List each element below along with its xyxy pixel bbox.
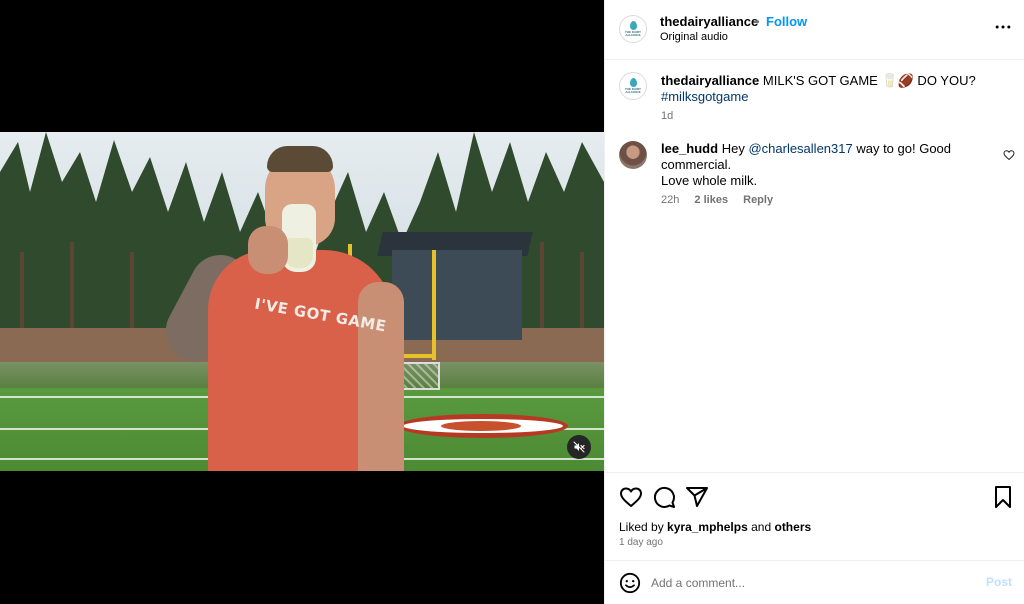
add-comment-input[interactable] bbox=[651, 571, 971, 595]
reply-button[interactable]: Reply bbox=[743, 194, 773, 206]
milk-drop-icon bbox=[629, 21, 637, 30]
caption-text-block: thedairyalliance MILK'S GOT GAME 🥛🏈 DO Y… bbox=[661, 73, 1001, 105]
caption-age: 1d bbox=[661, 110, 674, 122]
comment-likes[interactable]: 2 likes bbox=[694, 194, 728, 206]
hand bbox=[248, 226, 288, 274]
comment-text: Hey bbox=[721, 141, 745, 156]
post-actions: Liked by kyra_mphelps and others 1 day a… bbox=[605, 472, 1024, 560]
bookmark-icon[interactable] bbox=[991, 485, 1015, 509]
account-username[interactable]: thedairyalliance bbox=[660, 14, 758, 29]
post-side-panel: THE DAIRY ALLIANCE thedairyalliance • Fo… bbox=[604, 0, 1024, 604]
post-time[interactable]: 1 day ago bbox=[619, 537, 663, 548]
emoji-icon[interactable] bbox=[619, 572, 641, 594]
liked-by-others[interactable]: others bbox=[774, 520, 811, 534]
liked-by-user[interactable]: kyra_mphelps bbox=[667, 520, 748, 534]
avatar-logo-text: THE DAIRY ALLIANCE bbox=[624, 30, 642, 37]
follow-button[interactable]: Follow bbox=[766, 14, 807, 29]
muted-speaker-icon bbox=[573, 441, 585, 453]
liked-by-and: and bbox=[751, 520, 772, 534]
more-icon[interactable] bbox=[993, 17, 1013, 37]
video-player[interactable]: I'VE GOT GAME bbox=[0, 132, 604, 471]
audio-label[interactable]: Original audio bbox=[660, 31, 728, 43]
caption-text: MILK'S GOT GAME 🥛🏈 DO YOU? bbox=[762, 73, 976, 88]
arm bbox=[358, 282, 404, 471]
caption-username[interactable]: thedairyalliance bbox=[661, 73, 759, 88]
add-comment-bar: Post bbox=[605, 560, 1024, 604]
caption-avatar[interactable]: THE DAIRY ALLIANCE bbox=[619, 72, 647, 100]
share-icon[interactable] bbox=[685, 485, 709, 509]
account-avatar[interactable]: THE DAIRY ALLIANCE bbox=[619, 15, 647, 43]
post-button[interactable]: Post bbox=[986, 575, 1012, 589]
mention-link[interactable]: @charlesallen317 bbox=[748, 141, 852, 156]
media-area: I'VE GOT GAME bbox=[0, 0, 604, 604]
liked-by-text: Liked by kyra_mphelps and others bbox=[619, 520, 811, 534]
mute-button[interactable] bbox=[567, 435, 591, 459]
commenter-username[interactable]: lee_hudd bbox=[661, 141, 718, 156]
heart-icon[interactable] bbox=[619, 485, 643, 509]
avatar-logo-text: THE DAIRY ALLIANCE bbox=[624, 87, 642, 94]
comment-age: 22h bbox=[661, 194, 680, 206]
comment-text-line2: Love whole milk. bbox=[661, 173, 758, 188]
hair bbox=[267, 146, 333, 172]
comment-heart-icon[interactable] bbox=[1003, 149, 1015, 161]
post-header: THE DAIRY ALLIANCE thedairyalliance • Fo… bbox=[605, 0, 1024, 60]
comment-text-block: lee_hudd Hey @charlesallen317 way to go!… bbox=[661, 141, 961, 189]
commenter-avatar[interactable] bbox=[619, 141, 647, 169]
person-drinking-milk: I'VE GOT GAME bbox=[0, 132, 604, 471]
liked-by-prefix: Liked by bbox=[619, 520, 664, 534]
milk-drop-icon bbox=[629, 78, 637, 87]
comment-icon[interactable] bbox=[652, 485, 676, 509]
hashtag-link[interactable]: #milksgotgame bbox=[661, 89, 748, 104]
separator-dot: • bbox=[755, 14, 760, 29]
comment-meta: 22h 2 likes Reply bbox=[661, 194, 785, 206]
